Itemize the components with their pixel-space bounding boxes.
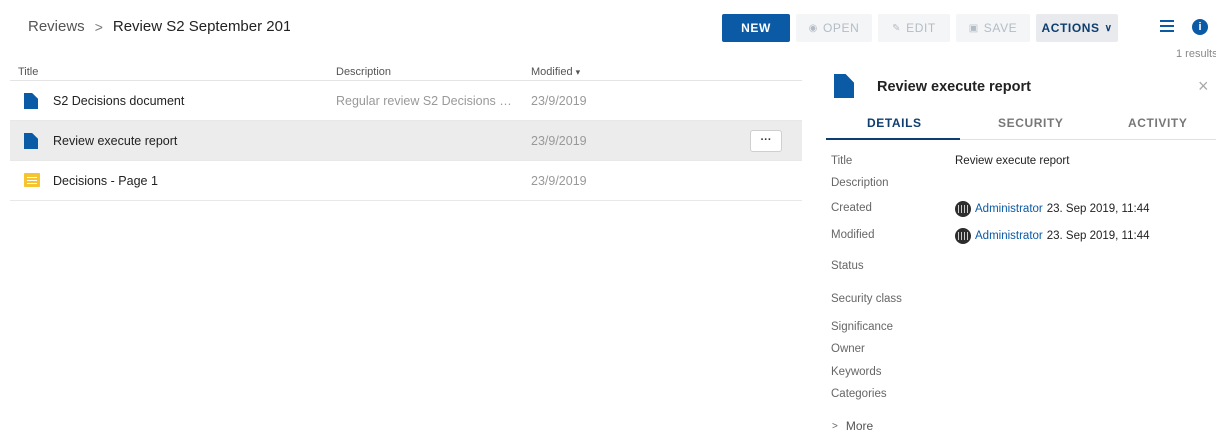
breadcrumb-separator: > xyxy=(94,18,103,35)
toolbar: NEW ◉ OPEN ✎ EDIT ▣ SAVE ACTIONS ∨ xyxy=(722,14,1124,42)
column-modified[interactable]: Modified ▾ xyxy=(531,66,580,78)
details-panel: Review execute report × DETAILS SECURITY… xyxy=(822,62,1216,432)
more-toggle-label: More xyxy=(845,419,874,432)
avatar xyxy=(955,228,971,244)
modified-date: 23. Sep 2019, 11:44 xyxy=(1046,230,1150,242)
row-modified: 23/9/2019 xyxy=(531,174,587,188)
tab-security[interactable]: SECURITY xyxy=(998,116,1063,130)
table-row[interactable]: Decisions - Page 1 23/9/2019 xyxy=(10,161,802,201)
chevron-right-icon: > xyxy=(832,420,838,432)
prop-label-title: Title xyxy=(831,155,853,167)
prop-label-keywords: Keywords xyxy=(831,366,882,378)
prop-value-created: Administrator 23. Sep 2019, 11:44 xyxy=(955,201,1150,217)
breadcrumb-current: Review S2 September 2019 xyxy=(112,18,290,35)
new-button[interactable]: NEW xyxy=(722,14,790,42)
page-icon xyxy=(24,173,40,187)
open-button[interactable]: ◉ OPEN xyxy=(796,14,872,42)
avatar xyxy=(955,201,971,217)
row-title: Decisions - Page 1 xyxy=(53,174,158,188)
document-table: Title Description Modified ▾ S2 Decision… xyxy=(10,62,802,201)
row-modified: 23/9/2019 xyxy=(531,94,587,108)
document-icon xyxy=(24,133,38,149)
row-more-button[interactable]: ··· xyxy=(750,130,782,152)
save-button-label: SAVE xyxy=(983,21,1018,35)
list-view-icon[interactable] xyxy=(1160,20,1174,34)
actions-button[interactable]: ACTIONS ∨ xyxy=(1036,14,1118,42)
sort-down-icon: ▾ xyxy=(575,67,581,77)
prop-label-created: Created xyxy=(831,202,872,214)
actions-button-label: ACTIONS xyxy=(1041,21,1100,35)
column-title[interactable]: Title xyxy=(18,66,38,78)
prop-label-security-class: Security class xyxy=(831,293,902,305)
pencil-icon: ✎ xyxy=(892,22,902,34)
prop-label-significance: Significance xyxy=(831,321,894,333)
prop-label-description: Description xyxy=(831,177,889,189)
edit-button[interactable]: ✎ EDIT xyxy=(878,14,950,42)
save-button[interactable]: ▣ SAVE xyxy=(956,14,1030,42)
breadcrumb-root[interactable]: Reviews xyxy=(28,18,85,35)
column-modified-label: Modified xyxy=(531,66,573,78)
results-count: 1 results xyxy=(1176,48,1216,60)
column-description[interactable]: Description xyxy=(336,66,391,78)
row-description: Regular review S2 Decisions document xyxy=(336,94,514,108)
tab-details[interactable]: DETAILS xyxy=(867,116,922,130)
modified-user-link[interactable]: Administrator xyxy=(975,230,1043,242)
prop-label-modified: Modified xyxy=(831,229,875,241)
tab-activity[interactable]: ACTIVITY xyxy=(1128,116,1187,130)
prop-label-owner: Owner xyxy=(831,343,865,355)
created-user-link[interactable]: Administrator xyxy=(975,203,1043,215)
created-date: 23. Sep 2019, 11:44 xyxy=(1046,203,1150,215)
prop-value-modified: Administrator 23. Sep 2019, 11:44 xyxy=(955,228,1150,244)
panel-title: Review execute report xyxy=(877,79,1031,95)
chevron-down-icon: ∨ xyxy=(1104,22,1113,34)
breadcrumb: Reviews > Review S2 September 2019 xyxy=(28,18,290,35)
row-modified: 23/9/2019 xyxy=(531,134,587,148)
info-icon[interactable]: i xyxy=(1192,19,1208,35)
row-title: Review execute report xyxy=(53,134,178,148)
more-toggle[interactable]: > More xyxy=(832,419,873,432)
panel-tabs: DETAILS SECURITY ACTIVITY xyxy=(826,108,1216,140)
close-icon[interactable]: × xyxy=(1198,76,1209,97)
prop-label-status: Status xyxy=(831,260,864,272)
edit-button-label: EDIT xyxy=(906,21,936,35)
active-tab-indicator xyxy=(826,138,960,140)
document-icon xyxy=(24,93,38,109)
table-row-selected[interactable]: Review execute report 23/9/2019 ··· xyxy=(10,121,802,161)
prop-value-title: Review execute report xyxy=(955,155,1070,167)
eye-icon: ◉ xyxy=(808,22,818,34)
save-icon: ▣ xyxy=(968,22,979,34)
document-icon xyxy=(834,74,854,98)
prop-label-categories: Categories xyxy=(831,388,887,400)
table-header: Title Description Modified ▾ xyxy=(10,62,802,81)
open-button-label: OPEN xyxy=(822,21,860,35)
row-title: S2 Decisions document xyxy=(53,94,185,108)
table-row[interactable]: S2 Decisions document Regular review S2 … xyxy=(10,81,802,121)
